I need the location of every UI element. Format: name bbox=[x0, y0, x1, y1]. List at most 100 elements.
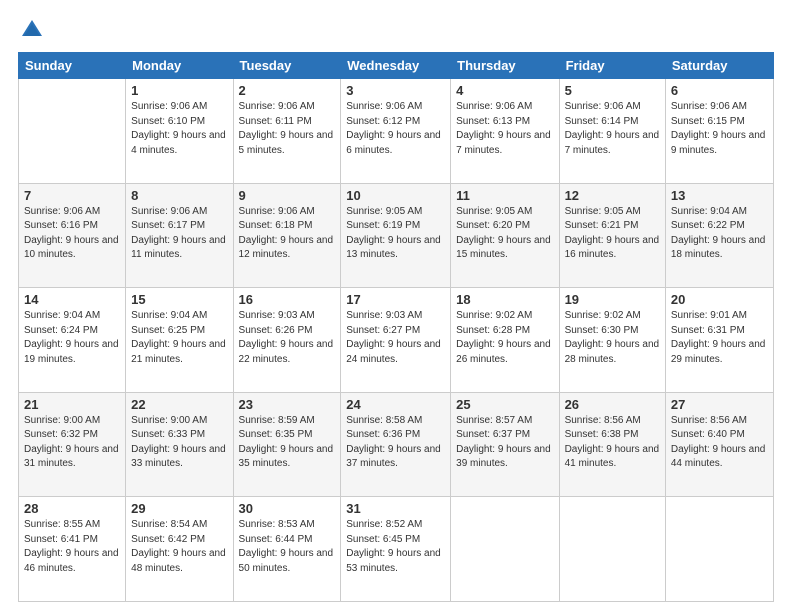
day-cell: 14 Sunrise: 9:04 AMSunset: 6:24 PMDayligh… bbox=[19, 288, 126, 393]
day-info: Sunrise: 9:05 AMSunset: 6:19 PMDaylight:… bbox=[346, 205, 445, 263]
day-cell: 13 Sunrise: 9:04 AMSunset: 6:22 PMDayligh… bbox=[665, 183, 773, 288]
day-cell: 27 Sunrise: 8:56 AMSunset: 6:40 PMDayligh… bbox=[665, 392, 773, 497]
day-info: Sunrise: 9:03 AMSunset: 6:26 PMDaylight:… bbox=[239, 309, 336, 367]
day-cell bbox=[451, 497, 559, 602]
day-number: 28 bbox=[24, 501, 120, 516]
day-number: 5 bbox=[565, 83, 660, 98]
week-row-3: 14 Sunrise: 9:04 AMSunset: 6:24 PMDayligh… bbox=[19, 288, 774, 393]
day-number: 24 bbox=[346, 397, 445, 412]
day-number: 21 bbox=[24, 397, 120, 412]
day-cell: 3Sunrise: 9:06 AMSunset: 6:12 PMDaylight… bbox=[341, 79, 451, 184]
page-header bbox=[18, 16, 774, 44]
day-info: Sunrise: 8:56 AMSunset: 6:38 PMDaylight:… bbox=[565, 414, 660, 472]
day-number: 26 bbox=[565, 397, 660, 412]
day-info: Sunrise: 9:05 AMSunset: 6:20 PMDaylight:… bbox=[456, 205, 553, 263]
day-info: Sunrise: 9:00 AMSunset: 6:33 PMDaylight:… bbox=[131, 414, 227, 472]
day-cell: 31Sunrise: 8:52 AMSunset: 6:45 PMDayligh… bbox=[341, 497, 451, 602]
logo bbox=[18, 16, 50, 44]
day-number: 19 bbox=[565, 292, 660, 307]
day-cell: 29 Sunrise: 8:54 AMSunset: 6:42 PMDayligh… bbox=[126, 497, 233, 602]
day-info: Sunrise: 9:06 AMSunset: 6:14 PMDaylight:… bbox=[565, 100, 660, 158]
day-info: Sunrise: 8:56 AMSunset: 6:40 PMDaylight:… bbox=[671, 414, 768, 472]
day-number: 12 bbox=[565, 188, 660, 203]
day-info: Sunrise: 9:02 AMSunset: 6:30 PMDaylight:… bbox=[565, 309, 660, 367]
day-cell: 5 Sunrise: 9:06 AMSunset: 6:14 PMDaylight… bbox=[559, 79, 665, 184]
week-row-4: 21 Sunrise: 9:00 AMSunset: 6:32 PMDayligh… bbox=[19, 392, 774, 497]
day-number: 17 bbox=[346, 292, 445, 307]
day-cell: 9Sunrise: 9:06 AMSunset: 6:18 PMDaylight… bbox=[233, 183, 341, 288]
day-cell: 18 Sunrise: 9:02 AMSunset: 6:28 PMDayligh… bbox=[451, 288, 559, 393]
day-number: 13 bbox=[671, 188, 768, 203]
day-info: Sunrise: 8:59 AMSunset: 6:35 PMDaylight:… bbox=[239, 414, 336, 472]
day-info: Sunrise: 9:06 AMSunset: 6:16 PMDaylight:… bbox=[24, 205, 120, 263]
day-cell: 25 Sunrise: 8:57 AMSunset: 6:37 PMDayligh… bbox=[451, 392, 559, 497]
day-cell bbox=[559, 497, 665, 602]
day-number: 1 bbox=[131, 83, 227, 98]
day-number: 4 bbox=[456, 83, 553, 98]
day-cell: 17 Sunrise: 9:03 AMSunset: 6:27 PMDayligh… bbox=[341, 288, 451, 393]
calendar-page: SundayMondayTuesdayWednesdayThursdayFrid… bbox=[0, 0, 792, 612]
logo-icon bbox=[18, 16, 46, 44]
day-info: Sunrise: 9:04 AMSunset: 6:25 PMDaylight:… bbox=[131, 309, 227, 367]
weekday-header-sunday: Sunday bbox=[19, 53, 126, 79]
day-number: 18 bbox=[456, 292, 553, 307]
day-number: 30 bbox=[239, 501, 336, 516]
day-info: Sunrise: 9:06 AMSunset: 6:17 PMDaylight:… bbox=[131, 205, 227, 263]
weekday-header-saturday: Saturday bbox=[665, 53, 773, 79]
day-cell: 10 Sunrise: 9:05 AMSunset: 6:19 PMDayligh… bbox=[341, 183, 451, 288]
day-cell: 23 Sunrise: 8:59 AMSunset: 6:35 PMDayligh… bbox=[233, 392, 341, 497]
calendar-table: SundayMondayTuesdayWednesdayThursdayFrid… bbox=[18, 52, 774, 602]
weekday-header-friday: Friday bbox=[559, 53, 665, 79]
day-cell: 12 Sunrise: 9:05 AMSunset: 6:21 PMDayligh… bbox=[559, 183, 665, 288]
day-cell: 1 Sunrise: 9:06 AMSunset: 6:10 PMDaylight… bbox=[126, 79, 233, 184]
day-info: Sunrise: 9:06 AMSunset: 6:11 PMDaylight:… bbox=[239, 100, 336, 158]
day-cell: 19 Sunrise: 9:02 AMSunset: 6:30 PMDayligh… bbox=[559, 288, 665, 393]
day-number: 11 bbox=[456, 188, 553, 203]
day-cell: 2 Sunrise: 9:06 AMSunset: 6:11 PMDaylight… bbox=[233, 79, 341, 184]
day-info: Sunrise: 8:54 AMSunset: 6:42 PMDaylight:… bbox=[131, 518, 227, 576]
day-info: Sunrise: 9:05 AMSunset: 6:21 PMDaylight:… bbox=[565, 205, 660, 263]
day-info: Sunrise: 8:52 AMSunset: 6:45 PMDaylight:… bbox=[346, 518, 445, 576]
weekday-header-wednesday: Wednesday bbox=[341, 53, 451, 79]
day-info: Sunrise: 9:06 AMSunset: 6:13 PMDaylight:… bbox=[456, 100, 553, 158]
day-info: Sunrise: 9:06 AMSunset: 6:18 PMDaylight:… bbox=[239, 205, 336, 263]
week-row-2: 7Sunrise: 9:06 AMSunset: 6:16 PMDaylight… bbox=[19, 183, 774, 288]
day-cell: 24 Sunrise: 8:58 AMSunset: 6:36 PMDayligh… bbox=[341, 392, 451, 497]
day-number: 14 bbox=[24, 292, 120, 307]
day-info: Sunrise: 9:00 AMSunset: 6:32 PMDaylight:… bbox=[24, 414, 120, 472]
day-number: 25 bbox=[456, 397, 553, 412]
day-info: Sunrise: 9:04 AMSunset: 6:22 PMDaylight:… bbox=[671, 205, 768, 263]
weekday-header-monday: Monday bbox=[126, 53, 233, 79]
day-cell: 21 Sunrise: 9:00 AMSunset: 6:32 PMDayligh… bbox=[19, 392, 126, 497]
day-cell bbox=[665, 497, 773, 602]
day-number: 3 bbox=[346, 83, 445, 98]
day-info: Sunrise: 9:06 AMSunset: 6:15 PMDaylight:… bbox=[671, 100, 768, 158]
day-info: Sunrise: 8:55 AMSunset: 6:41 PMDaylight:… bbox=[24, 518, 120, 576]
day-cell: 30 Sunrise: 8:53 AMSunset: 6:44 PMDayligh… bbox=[233, 497, 341, 602]
day-number: 23 bbox=[239, 397, 336, 412]
weekday-header-tuesday: Tuesday bbox=[233, 53, 341, 79]
day-number: 27 bbox=[671, 397, 768, 412]
day-number: 6 bbox=[671, 83, 768, 98]
day-number: 29 bbox=[131, 501, 227, 516]
day-cell: 20Sunrise: 9:01 AMSunset: 6:31 PMDayligh… bbox=[665, 288, 773, 393]
day-number: 10 bbox=[346, 188, 445, 203]
day-number: 15 bbox=[131, 292, 227, 307]
day-number: 20 bbox=[671, 292, 768, 307]
day-cell bbox=[19, 79, 126, 184]
day-number: 2 bbox=[239, 83, 336, 98]
weekday-header-thursday: Thursday bbox=[451, 53, 559, 79]
day-info: Sunrise: 8:58 AMSunset: 6:36 PMDaylight:… bbox=[346, 414, 445, 472]
day-cell: 22 Sunrise: 9:00 AMSunset: 6:33 PMDayligh… bbox=[126, 392, 233, 497]
day-number: 8 bbox=[131, 188, 227, 203]
day-info: Sunrise: 9:04 AMSunset: 6:24 PMDaylight:… bbox=[24, 309, 120, 367]
weekday-header-row: SundayMondayTuesdayWednesdayThursdayFrid… bbox=[19, 53, 774, 79]
day-info: Sunrise: 8:53 AMSunset: 6:44 PMDaylight:… bbox=[239, 518, 336, 576]
day-number: 22 bbox=[131, 397, 227, 412]
day-cell: 16Sunrise: 9:03 AMSunset: 6:26 PMDayligh… bbox=[233, 288, 341, 393]
day-cell: 7Sunrise: 9:06 AMSunset: 6:16 PMDaylight… bbox=[19, 183, 126, 288]
day-info: Sunrise: 9:02 AMSunset: 6:28 PMDaylight:… bbox=[456, 309, 553, 367]
day-info: Sunrise: 9:03 AMSunset: 6:27 PMDaylight:… bbox=[346, 309, 445, 367]
day-info: Sunrise: 9:06 AMSunset: 6:10 PMDaylight:… bbox=[131, 100, 227, 158]
day-info: Sunrise: 8:57 AMSunset: 6:37 PMDaylight:… bbox=[456, 414, 553, 472]
